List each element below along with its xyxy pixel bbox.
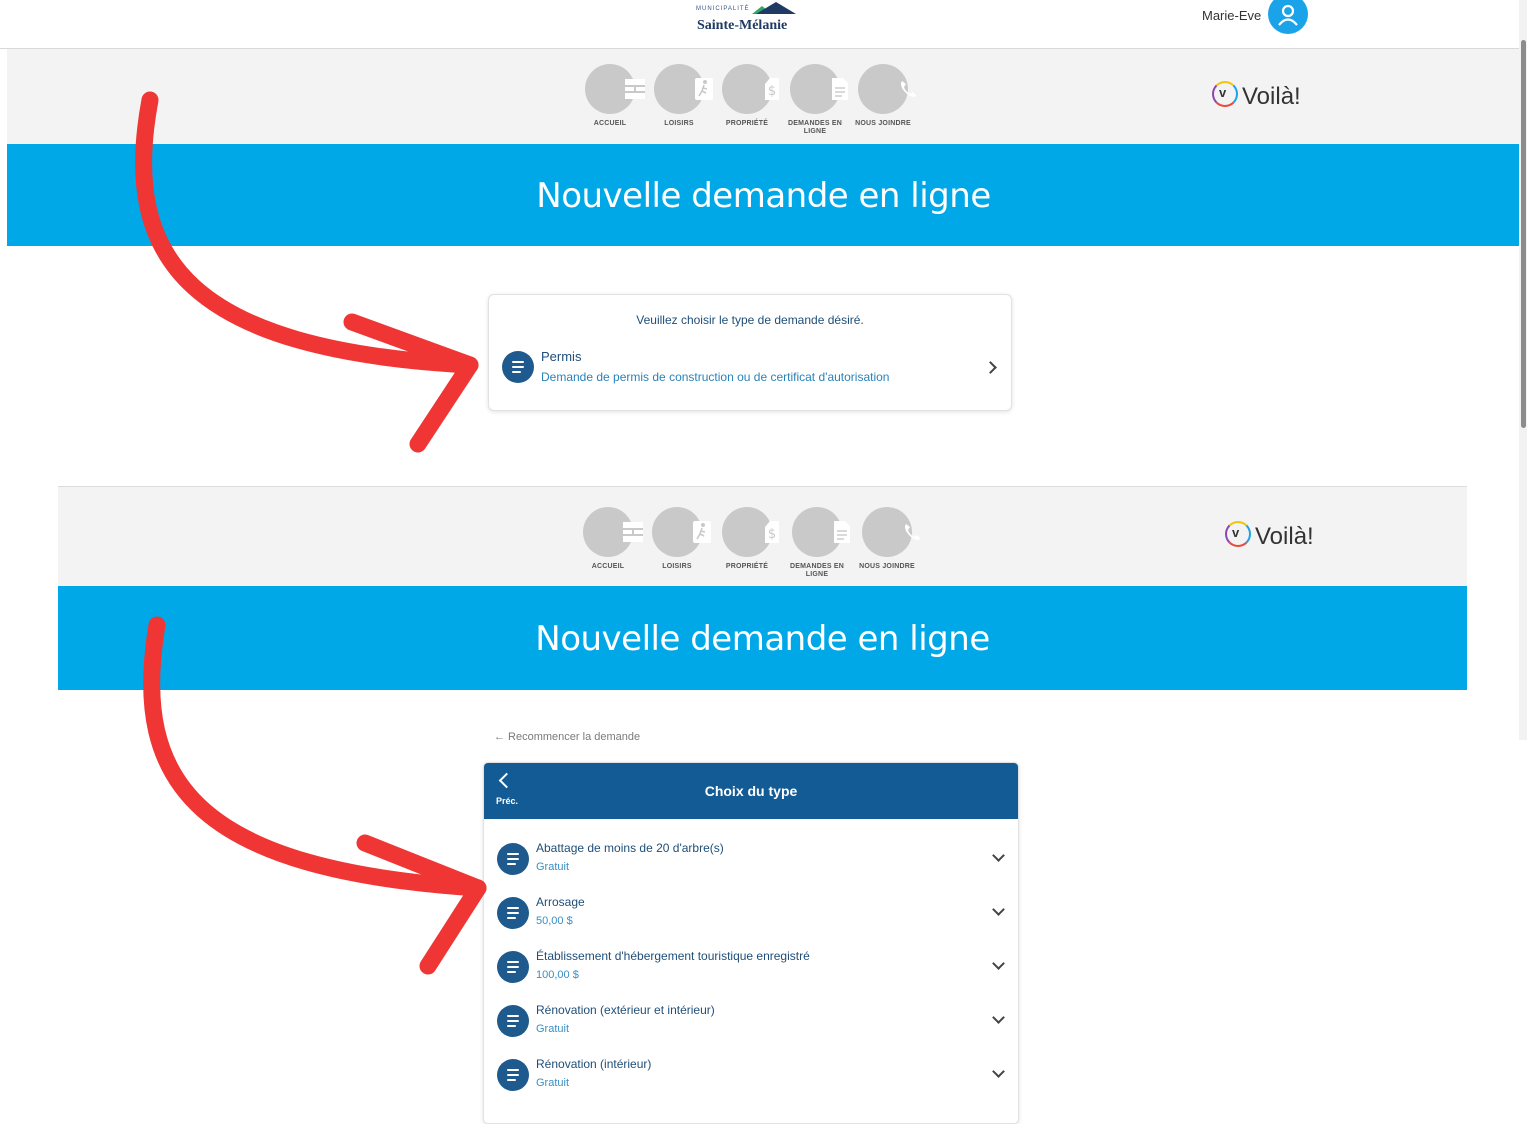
red-arrow-icon <box>143 616 487 975</box>
red-arrow-icon <box>135 91 479 453</box>
annotation-arrows <box>135 91 487 975</box>
